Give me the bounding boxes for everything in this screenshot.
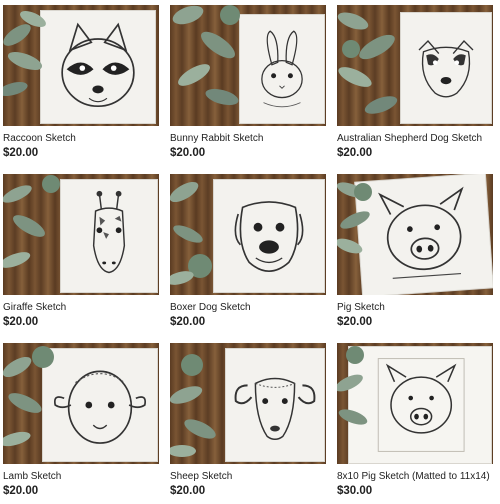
product-price: $20.00 — [170, 147, 206, 159]
product-title[interactable]: 8x10 Pig Sketch (Matted to 11x14) — [337, 470, 493, 483]
product-image-sheep-sketch[interactable] — [170, 343, 326, 464]
product-image-giraffe-sketch[interactable] — [3, 174, 159, 295]
product-price: $20.00 — [3, 316, 39, 328]
product-card[interactable]: Pig Sketch $20.00 — [337, 174, 493, 328]
product-title[interactable]: Sheep Sketch — [170, 470, 326, 483]
product-title[interactable]: Boxer Dog Sketch — [170, 301, 326, 314]
product-card[interactable]: Raccoon Sketch $20.00 — [3, 5, 159, 159]
product-card[interactable]: Australian Shepherd Dog Sketch $20.00 — [337, 5, 493, 159]
product-image-bunny-rabbit-sketch[interactable] — [170, 5, 326, 126]
product-card[interactable]: Giraffe Sketch $20.00 — [3, 174, 159, 328]
product-title[interactable]: Bunny Rabbit Sketch — [170, 132, 326, 145]
product-price: $20.00 — [337, 147, 373, 159]
product-card[interactable]: 8x10 Pig Sketch (Matted to 11x14) $30.00 — [337, 343, 493, 497]
product-image-raccoon-sketch[interactable] — [3, 5, 159, 126]
product-price: $20.00 — [170, 485, 206, 497]
product-price: $20.00 — [3, 147, 39, 159]
product-grid: Raccoon Sketch $20.00 Bunny Rabbit Sketc… — [0, 0, 500, 504]
product-title[interactable]: Pig Sketch — [337, 301, 493, 314]
product-price: $20.00 — [337, 316, 373, 328]
product-title[interactable]: Lamb Sketch — [3, 470, 159, 483]
product-card[interactable]: Bunny Rabbit Sketch $20.00 — [170, 5, 326, 159]
product-image-pig-sketch[interactable] — [337, 174, 493, 295]
product-image-boxer-dog-sketch[interactable] — [170, 174, 326, 295]
product-title[interactable]: Giraffe Sketch — [3, 301, 159, 314]
product-card[interactable]: Lamb Sketch $20.00 — [3, 343, 159, 497]
product-image-australian-shepherd-dog-sketch[interactable] — [337, 5, 493, 126]
product-title[interactable]: Australian Shepherd Dog Sketch — [337, 132, 493, 145]
product-image-lamb-sketch[interactable] — [3, 343, 159, 464]
product-card[interactable]: Boxer Dog Sketch $20.00 — [170, 174, 326, 328]
product-price: $20.00 — [170, 316, 206, 328]
product-card[interactable]: Sheep Sketch $20.00 — [170, 343, 326, 497]
product-price: $20.00 — [3, 485, 39, 497]
product-title[interactable]: Raccoon Sketch — [3, 132, 159, 145]
product-image-8x10-pig-sketch-matted[interactable] — [337, 343, 493, 464]
product-price: $30.00 — [337, 485, 373, 497]
